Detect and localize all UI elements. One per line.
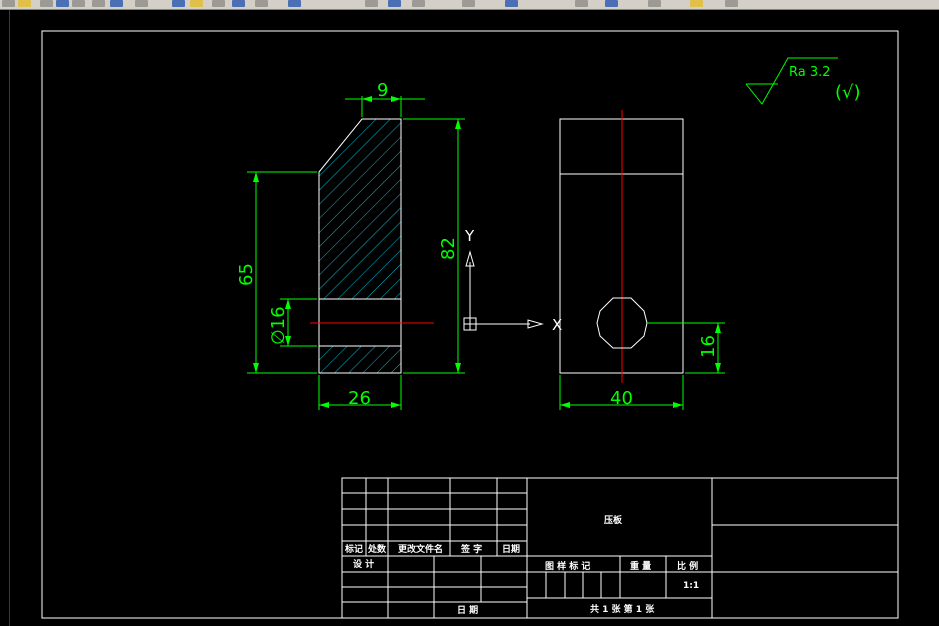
calculator-icon[interactable]: [412, 0, 425, 7]
zoom-realtime-icon[interactable]: [172, 0, 185, 7]
layer-previous-icon[interactable]: [575, 0, 588, 7]
tool-palettes-icon[interactable]: [288, 0, 301, 7]
hatch-upper: [318, 118, 402, 300]
properties-icon[interactable]: [232, 0, 245, 7]
open-icon[interactable]: [2, 0, 15, 7]
header-signature: 签 字: [460, 543, 482, 555]
part-name: 压板: [604, 514, 623, 526]
redo-icon[interactable]: [110, 0, 123, 7]
roughness-value: Ra 3.2: [789, 65, 831, 80]
scale-value: 1:1: [683, 581, 699, 591]
undo-icon[interactable]: [92, 0, 105, 7]
label-weight: 重 量: [630, 560, 651, 572]
label-scale: 比 例: [677, 560, 698, 572]
plot-style-icon[interactable]: [725, 0, 738, 7]
header-date: 日期: [502, 543, 520, 555]
ucs-icon: Y X: [463, 227, 562, 334]
lineweight-icon[interactable]: [690, 0, 703, 7]
label-design: 设 计: [353, 558, 374, 570]
layer-icon[interactable]: [505, 0, 518, 7]
label-date-bottom: 日 期: [457, 604, 478, 616]
dim-width-26: 26: [348, 388, 371, 409]
dim-hole-dia: ∅16: [268, 306, 289, 345]
ucs-x-label: X: [552, 316, 562, 334]
save-icon[interactable]: [18, 0, 31, 7]
color-icon[interactable]: [605, 0, 618, 7]
linetype-icon[interactable]: [648, 0, 661, 7]
roughness-symbol: Ra 3.2 (√): [745, 57, 861, 105]
label-stage-mark: 图 样 标 记: [545, 560, 590, 572]
help-icon[interactable]: [462, 0, 475, 7]
sheet-count: 共 1 张 第 1 张: [590, 603, 655, 615]
section-view: 9 82 65 ∅16 26: [236, 80, 465, 410]
left-scroll-strip: [0, 10, 10, 626]
standard-toolbar: [0, 0, 939, 10]
header-mark: 标记: [344, 543, 363, 555]
side-view: 40 16: [559, 110, 725, 410]
copy-icon[interactable]: [56, 0, 69, 7]
dim-height-total: 82: [438, 237, 459, 260]
cut-icon[interactable]: [40, 0, 53, 7]
sheet-set-icon[interactable]: [365, 0, 378, 7]
pan-icon[interactable]: [135, 0, 148, 7]
paste-icon[interactable]: [72, 0, 85, 7]
header-change-doc: 更改文件名: [398, 543, 443, 555]
header-count: 处数: [367, 543, 387, 555]
markup-icon[interactable]: [388, 0, 401, 7]
dim-hole-height: 16: [698, 335, 719, 358]
drawing-canvas[interactable]: 9 82 65 ∅16 26 Y X 40 16 Ra 3.2 (√) 压板 标…: [10, 10, 939, 626]
dim-height-65: 65: [236, 263, 257, 286]
zoom-window-icon[interactable]: [190, 0, 203, 7]
design-center-icon[interactable]: [255, 0, 268, 7]
dim-width-40: 40: [610, 388, 633, 409]
zoom-previous-icon[interactable]: [212, 0, 225, 7]
roughness-general-mark: (√): [835, 82, 861, 103]
ucs-y-label: Y: [464, 227, 475, 245]
dim-width-top: 9: [377, 80, 388, 101]
hatch-lower: [318, 345, 402, 374]
